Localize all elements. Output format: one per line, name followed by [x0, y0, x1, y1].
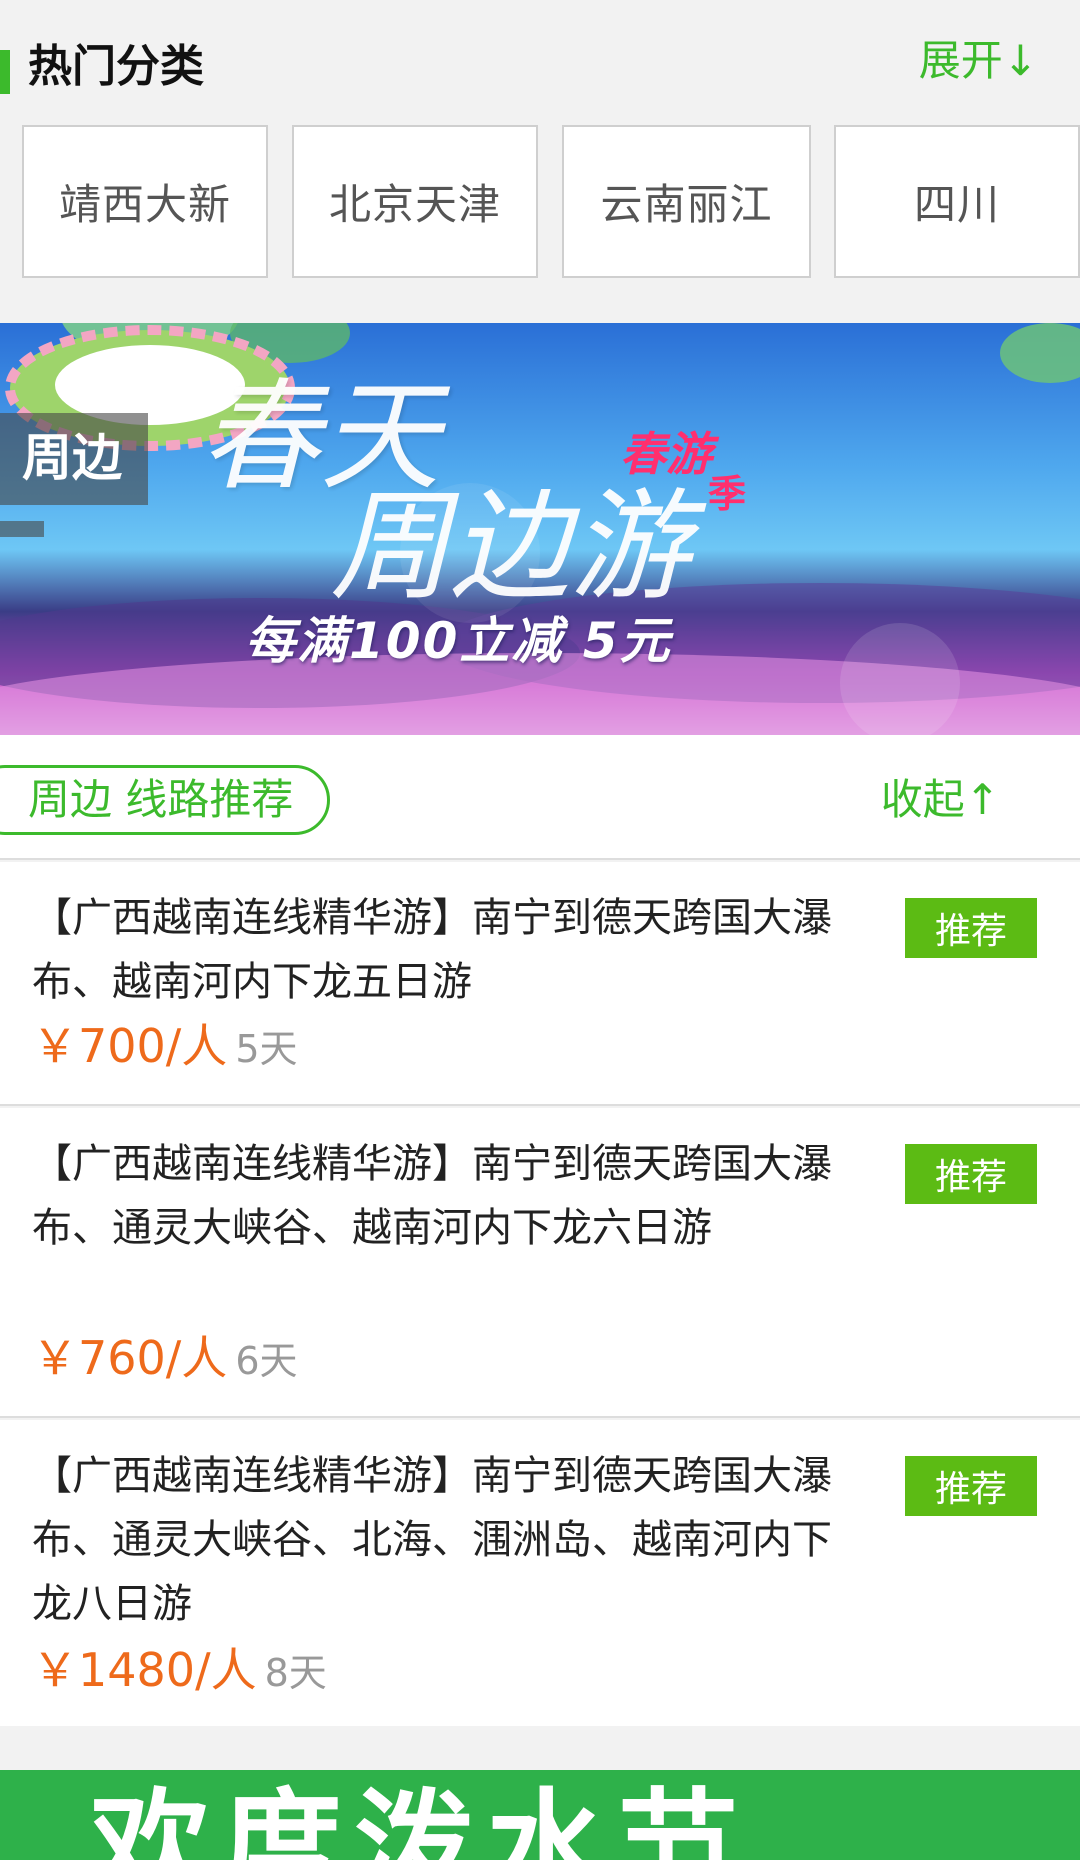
route-price-line: ￥760/人 6天: [32, 1326, 298, 1401]
category-row: 靖西大新 北京天津 云南丽江 四川: [22, 125, 1080, 280]
route-days: 6天: [235, 1339, 298, 1383]
route-item[interactable]: 【广西越南连线精华游】南宁到德天跨国大瀑布、通灵大峡谷、北海、涠洲岛、越南河内下…: [0, 1420, 1080, 1726]
section-gap: [0, 1726, 1080, 1770]
recommend-badge: 推荐: [905, 1456, 1037, 1516]
route-price-line: ￥1480/人 8天: [32, 1638, 327, 1713]
route-days: 8天: [264, 1651, 327, 1695]
banner-calligraphy-line2: 周边游: [330, 478, 690, 617]
category-button-sichuan[interactable]: 四川: [834, 125, 1080, 278]
hot-categories-header: 热门分类 展开↓: [0, 0, 1080, 125]
water-festival-banner[interactable]: 欢度泼水节: [0, 1770, 1080, 1860]
route-item[interactable]: 【广西越南连线精华游】南宁到德天跨国大瀑布、通灵大峡谷、越南河内下龙六日游 推荐…: [0, 1108, 1080, 1418]
route-days: 5天: [235, 1027, 298, 1071]
hot-categories-title: 热门分类: [28, 41, 204, 92]
section-accent-bar: [0, 50, 10, 94]
water-festival-banner-text: 欢度泼水节: [90, 1778, 750, 1860]
banner-calligraphy-line1: 春天: [200, 368, 440, 507]
route-price: ￥1480/人: [32, 1643, 257, 1697]
route-title: 【广西越南连线精华游】南宁到德天跨国大瀑布、通灵大峡谷、北海、涠洲岛、越南河内下…: [32, 1453, 832, 1627]
promo-banner[interactable]: 春天 周边游 春游 季 每满100立减 5元 周边: [0, 323, 1080, 735]
recommend-pill-label: 周边 线路推荐: [28, 775, 294, 824]
badge-text: 春游: [620, 427, 712, 481]
banner-tag: 周边: [22, 429, 122, 487]
route-item[interactable]: 【广西越南连线精华游】南宁到德天跨国大瀑布、越南河内下龙五日游 推荐 ￥700/…: [0, 862, 1080, 1106]
recommend-header: 周边 线路推荐 收起↑: [0, 735, 1080, 860]
banner-promo-text: 每满100立减 5元: [245, 612, 672, 670]
recommend-badge: 推荐: [905, 898, 1037, 958]
route-price: ￥700/人: [32, 1019, 228, 1073]
route-title: 【广西越南连线精华游】南宁到德天跨国大瀑布、越南河内下龙五日游: [32, 895, 832, 1005]
category-button-jingxi-daxin[interactable]: 靖西大新: [22, 125, 268, 278]
route-price: ￥760/人: [32, 1331, 228, 1385]
banner-indicator: [0, 521, 44, 537]
category-button-beijing-tianjin[interactable]: 北京天津: [292, 125, 538, 278]
route-title: 【广西越南连线精华游】南宁到德天跨国大瀑布、通灵大峡谷、越南河内下龙六日游: [32, 1141, 832, 1251]
badge-text-small: 季: [708, 472, 747, 516]
category-button-yunnan-lijiang[interactable]: 云南丽江: [562, 125, 811, 278]
expand-button[interactable]: 展开↓: [919, 34, 1038, 88]
recommend-badge: 推荐: [905, 1144, 1037, 1204]
route-price-line: ￥700/人 5天: [32, 1014, 298, 1089]
collapse-button[interactable]: 收起↑: [881, 771, 1000, 829]
